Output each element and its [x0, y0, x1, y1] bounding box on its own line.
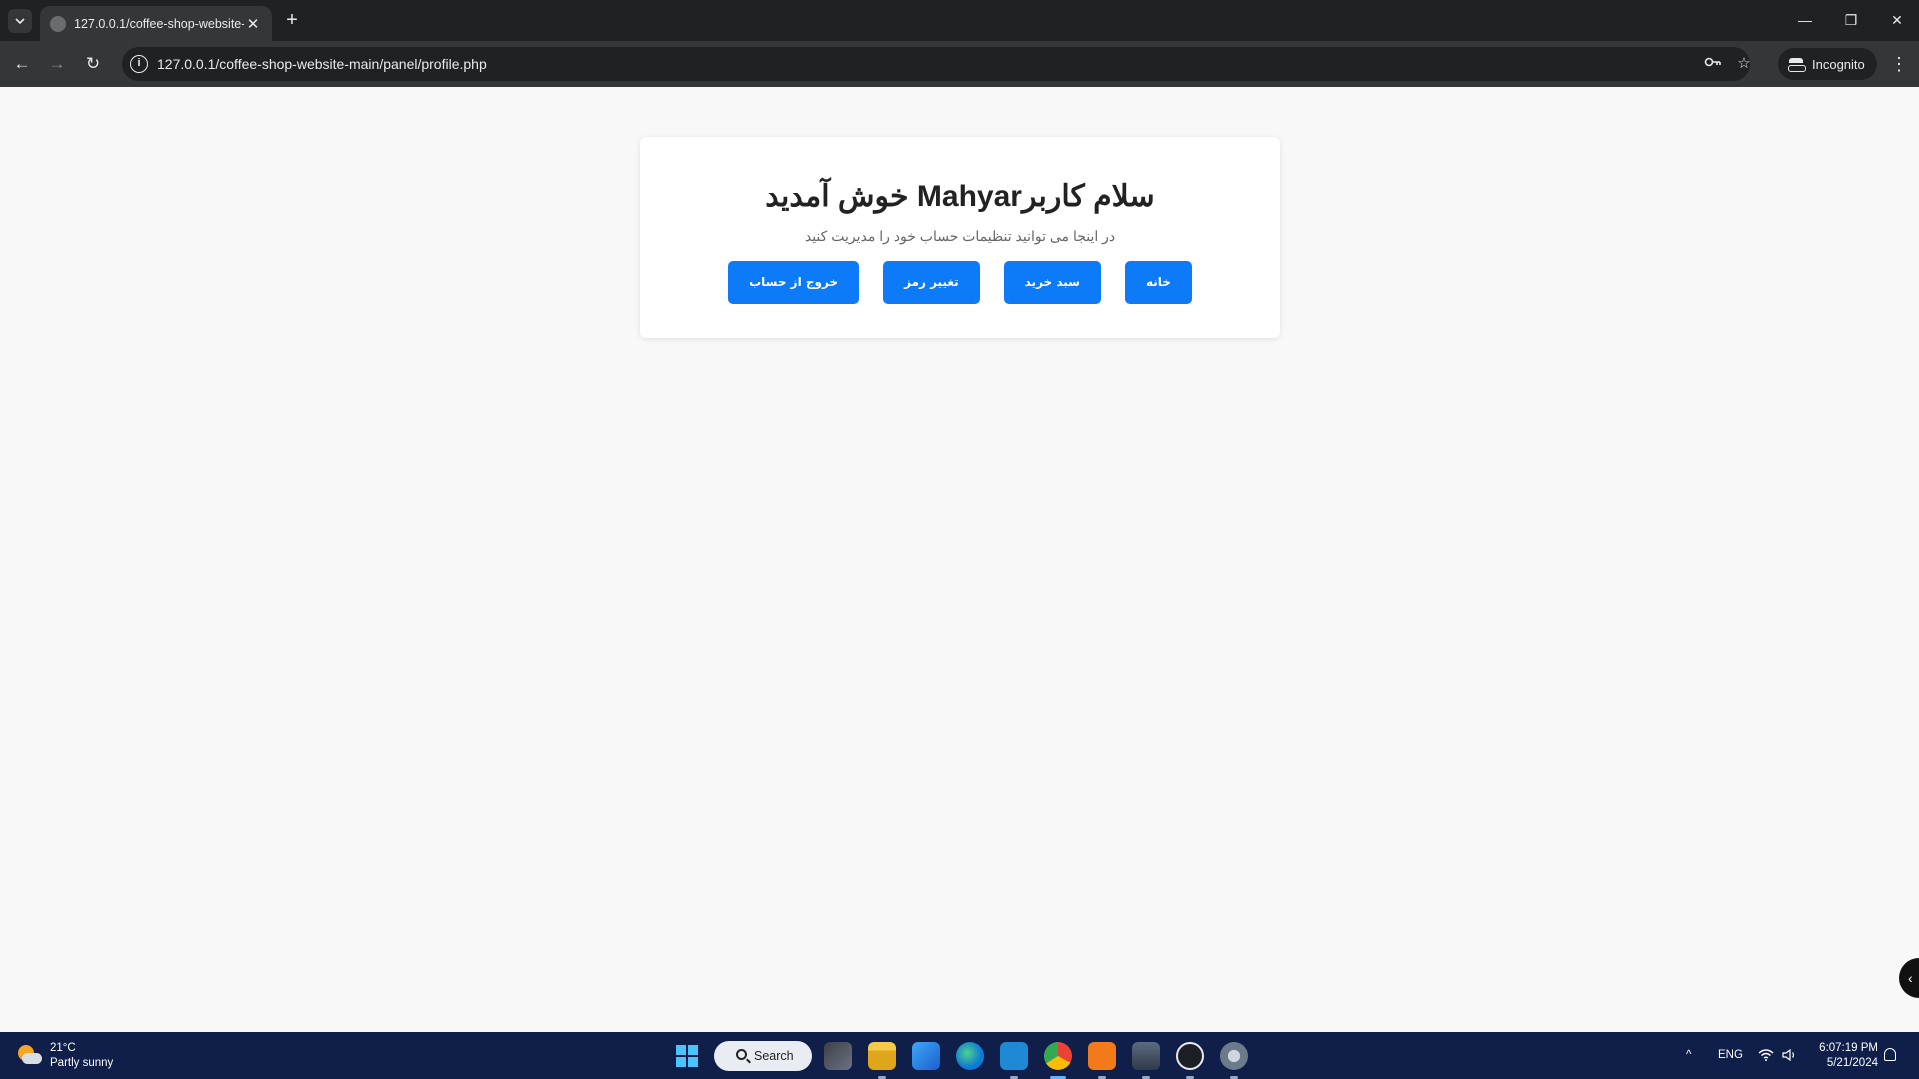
chrome-icon[interactable] [1044, 1042, 1072, 1070]
profile-card: سلام کاربرMahyar خوش آمدید در اینجا می ت… [640, 137, 1280, 338]
cart-button[interactable]: سبد خرید [1003, 261, 1101, 304]
profile-actions: خانه سبد خرید تغییر رمز خروج از حساب [640, 261, 1280, 304]
close-tab-icon[interactable]: ✕ [244, 15, 262, 33]
system-clock[interactable]: 6:07:19 PM 5/21/2024 [1810, 1041, 1878, 1071]
media-player-icon[interactable] [1176, 1042, 1204, 1070]
file-explorer-icon[interactable] [868, 1042, 896, 1070]
change-password-button[interactable]: تغییر رمز [883, 261, 980, 304]
weather-widget[interactable]: 21°C Partly sunny [16, 1041, 113, 1071]
partly-sunny-icon [16, 1043, 42, 1069]
site-info-icon[interactable]: i [130, 55, 148, 73]
browser-menu-button[interactable]: ⋮ [1888, 51, 1910, 77]
incognito-indicator[interactable]: Incognito [1778, 48, 1877, 80]
tray-overflow-chevron-icon[interactable]: ^ [1686, 1032, 1691, 1079]
weather-description: Partly sunny [50, 1057, 114, 1069]
browser-tab-bar: 127.0.0.1/coffee-shop-website- ✕ + — ❐ ✕ [0, 0, 1919, 41]
language-indicator[interactable]: ENG [1718, 1032, 1743, 1079]
xampp-icon[interactable] [1088, 1042, 1116, 1070]
calculator-icon[interactable] [1132, 1042, 1160, 1070]
home-button[interactable]: خانه [1124, 261, 1192, 304]
minimize-button[interactable]: — [1785, 8, 1825, 32]
search-icon [736, 1049, 747, 1060]
bookmark-star-icon[interactable]: ☆ [1733, 54, 1755, 74]
windows-taskbar: 21°C Partly sunny Search ^ ENG 6:07:19 P… [0, 1032, 1919, 1079]
new-tab-button[interactable]: + [280, 9, 304, 33]
clock-date: 5/21/2024 [1826, 1057, 1878, 1069]
logout-button[interactable]: خروج از حساب [728, 261, 860, 304]
url-text[interactable]: 127.0.0.1/coffee-shop-website-main/panel… [157, 56, 487, 72]
taskbar-search[interactable]: Search [714, 1041, 812, 1071]
vscode-icon[interactable] [1000, 1042, 1028, 1070]
task-view-icon[interactable] [824, 1042, 852, 1070]
page-viewport: سلام کاربرMahyar خوش آمدید در اینجا می ت… [0, 87, 1919, 1032]
welcome-subtitle: در اینجا می توانید تنظیمات حساب خود را م… [804, 228, 1116, 244]
clock-time: 6:07:19 PM [1819, 1042, 1878, 1054]
side-widget-button[interactable]: ‹ [1899, 958, 1919, 998]
search-label: Search [754, 1049, 794, 1063]
address-bar[interactable]: i 127.0.0.1/coffee-shop-website-main/pan… [122, 47, 1751, 81]
restore-button[interactable]: ❐ [1831, 8, 1871, 32]
microsoft-store-icon[interactable] [912, 1042, 940, 1070]
globe-icon [50, 15, 66, 32]
weather-temperature: 21°C [50, 1042, 76, 1054]
incognito-icon [1788, 58, 1806, 72]
windows-start-icon[interactable] [676, 1045, 698, 1067]
close-window-button[interactable]: ✕ [1877, 8, 1917, 32]
tab-title: 127.0.0.1/coffee-shop-website- [74, 16, 244, 31]
tab-search-button[interactable] [8, 9, 32, 33]
chevron-down-icon [15, 18, 25, 25]
edge-browser-icon[interactable] [956, 1042, 984, 1070]
volume-icon[interactable] [1782, 1032, 1798, 1079]
forward-button[interactable]: → [44, 51, 70, 77]
notification-bell-icon[interactable] [1884, 1048, 1896, 1061]
browser-tab[interactable]: 127.0.0.1/coffee-shop-website- ✕ [40, 6, 272, 41]
welcome-heading: سلام کاربرMahyar خوش آمدید [765, 180, 1155, 213]
wifi-icon[interactable] [1758, 1032, 1774, 1079]
incognito-label: Incognito [1812, 56, 1865, 72]
password-key-icon[interactable] [1702, 54, 1724, 74]
back-button[interactable]: ← [9, 51, 35, 77]
browser-toolbar: ← → ↻ i 127.0.0.1/coffee-shop-website-ma… [0, 41, 1919, 87]
settings-gear-icon[interactable] [1220, 1042, 1248, 1070]
reload-button[interactable]: ↻ [80, 51, 106, 77]
